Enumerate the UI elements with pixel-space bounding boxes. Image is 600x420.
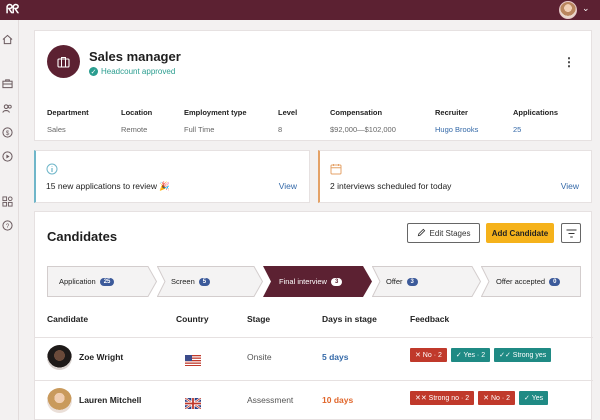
table-row[interactable]: Lauren Mitchell Assessment 10 days ✕✕ St…: [35, 380, 593, 420]
job-field-location: Location Remote: [121, 108, 152, 134]
feedback-tags: ✕✕ Strong no · 2 ✕ No · 2 ✓ Yes: [410, 391, 549, 405]
stage-count-badge: 3: [330, 277, 343, 286]
candidates-card: Candidates Edit Stages Add Candidate App…: [34, 211, 593, 420]
avatar: [47, 345, 72, 370]
feedback-tag-yes[interactable]: ✓ Yes · 2: [450, 348, 491, 362]
avatar: [47, 388, 72, 413]
field-label: Compensation: [330, 108, 383, 117]
notice-text: 2 interviews scheduled for today: [330, 181, 452, 191]
edit-stages-button[interactable]: Edit Stages: [407, 223, 480, 243]
field-value: Sales: [47, 125, 66, 134]
chevron-down-icon[interactable]: ⌄: [582, 3, 590, 14]
job-field-recruiter: Recruiter Hugo Brooks: [435, 108, 478, 134]
stage-label: Screen: [171, 277, 195, 286]
stage-count-badge: 0: [549, 277, 561, 286]
top-bar: ᖇᖇ ⌄: [0, 0, 600, 20]
field-label: Recruiter: [435, 108, 468, 117]
field-value: Remote: [121, 125, 148, 134]
svg-text:?: ?: [6, 223, 10, 230]
view-interviews-link[interactable]: View: [561, 181, 579, 191]
stage-count-badge: 5: [198, 277, 211, 286]
feedback-tag-no[interactable]: ✕ No · 2: [478, 391, 516, 405]
pencil-icon: [417, 228, 426, 239]
table-row[interactable]: Zoe Wright Onsite 5 days ✕ No · 2 ✓ Yes …: [35, 337, 593, 377]
stage-count-badge: 3: [406, 277, 418, 286]
stage-screen[interactable]: Screen 5: [157, 266, 263, 297]
candidate-stage: Onsite: [247, 352, 272, 362]
field-label: Level: [278, 108, 298, 117]
column-header-stage[interactable]: Stage: [247, 314, 270, 324]
feedback-tag-strong-yes[interactable]: ✓✓ Strong yes: [494, 348, 552, 362]
stage-label: Offer accepted: [496, 277, 546, 286]
check-circle-icon: ✓: [89, 67, 98, 76]
job-field-compensation: Compensation $92,000—$102,000: [330, 108, 396, 134]
job-title: Sales manager: [89, 49, 181, 64]
field-label: Employment type: [184, 108, 247, 117]
field-label: Applications: [513, 108, 559, 117]
field-label: Department: [47, 108, 89, 117]
view-applications-link[interactable]: View: [279, 181, 297, 191]
headcount-status-label: Headcount approved: [101, 67, 176, 76]
job-field-employment-type: Employment type Full Time: [184, 108, 247, 134]
briefcase-icon: [47, 45, 80, 78]
job-summary-card: Sales manager ✓ Headcount approved ⋮ Dep…: [34, 30, 592, 141]
stage-label: Offer: [386, 277, 403, 286]
column-header-country[interactable]: Country: [176, 314, 209, 324]
uk-flag-icon: [184, 396, 202, 410]
stage-offer-accepted[interactable]: Offer accepted 0: [481, 266, 581, 297]
field-label: Location: [121, 108, 153, 117]
candidate-stage: Assessment: [247, 395, 294, 405]
filter-icon[interactable]: [561, 223, 581, 243]
stage-label: Final interview: [279, 277, 327, 286]
stage-count-badge: 25: [99, 277, 115, 286]
recruiter-link[interactable]: Hugo Brooks: [435, 125, 478, 134]
apps-icon[interactable]: [1, 195, 14, 208]
stage-label: Application: [59, 277, 96, 286]
add-candidate-button[interactable]: Add Candidate: [486, 223, 554, 243]
job-field-level: Level 8: [278, 108, 297, 134]
candidates-title: Candidates: [47, 229, 118, 244]
calendar-icon: [330, 162, 342, 175]
feedback-tag-strong-no[interactable]: ✕✕ Strong no · 2: [410, 391, 475, 405]
notice-text: 15 new applications to review 🎉: [46, 181, 170, 191]
home-icon[interactable]: [1, 33, 14, 46]
edit-stages-label: Edit Stages: [429, 228, 471, 238]
candidate-name[interactable]: Zoe Wright: [79, 352, 123, 362]
help-icon[interactable]: ?: [1, 219, 14, 232]
stage-application[interactable]: Application 25: [47, 266, 157, 297]
app-logo[interactable]: ᖇᖇ: [6, 2, 19, 17]
briefcase-icon[interactable]: [1, 77, 14, 90]
applications-link[interactable]: 25: [513, 125, 558, 134]
info-icon: [46, 162, 58, 175]
feedback-tag-no[interactable]: ✕ No · 2: [410, 348, 447, 362]
more-options-icon[interactable]: ⋮: [563, 55, 575, 69]
job-field-department: Department Sales: [47, 108, 89, 134]
column-header-feedback[interactable]: Feedback: [410, 314, 449, 324]
field-value: 8: [278, 125, 283, 134]
sidebar: $ ?: [0, 20, 19, 420]
us-flag-icon: [185, 353, 201, 366]
column-header-candidate[interactable]: Candidate: [47, 314, 88, 324]
stage-pipeline: Application 25 Screen 5 Final interview 3 O…: [47, 266, 581, 297]
new-applications-notice: 15 new applications to review 🎉 View: [34, 150, 310, 203]
headcount-status: ✓ Headcount approved: [89, 67, 175, 76]
job-field-applications: Applications 25: [513, 108, 558, 134]
user-avatar[interactable]: [559, 1, 577, 19]
people-icon[interactable]: [1, 102, 14, 115]
days-in-stage: 5 days: [322, 352, 349, 362]
field-value: $92,000—$102,000: [330, 125, 396, 134]
feedback-tag-yes[interactable]: ✓ Yes: [519, 391, 549, 405]
feedback-tags: ✕ No · 2 ✓ Yes · 2 ✓✓ Strong yes: [410, 348, 552, 362]
days-in-stage: 10 days: [322, 395, 354, 405]
interviews-notice: 2 interviews scheduled for today View: [318, 150, 592, 203]
svg-text:$: $: [6, 130, 10, 137]
stage-offer[interactable]: Offer 3: [372, 266, 481, 297]
play-icon[interactable]: [1, 150, 14, 163]
column-header-days-in-stage[interactable]: Days in stage: [322, 314, 377, 324]
stage-final-interview[interactable]: Final interview 3: [263, 266, 372, 297]
candidate-name[interactable]: Lauren Mitchell: [79, 395, 141, 405]
field-value: Full Time: [184, 125, 215, 134]
dollar-icon[interactable]: $: [1, 126, 14, 139]
